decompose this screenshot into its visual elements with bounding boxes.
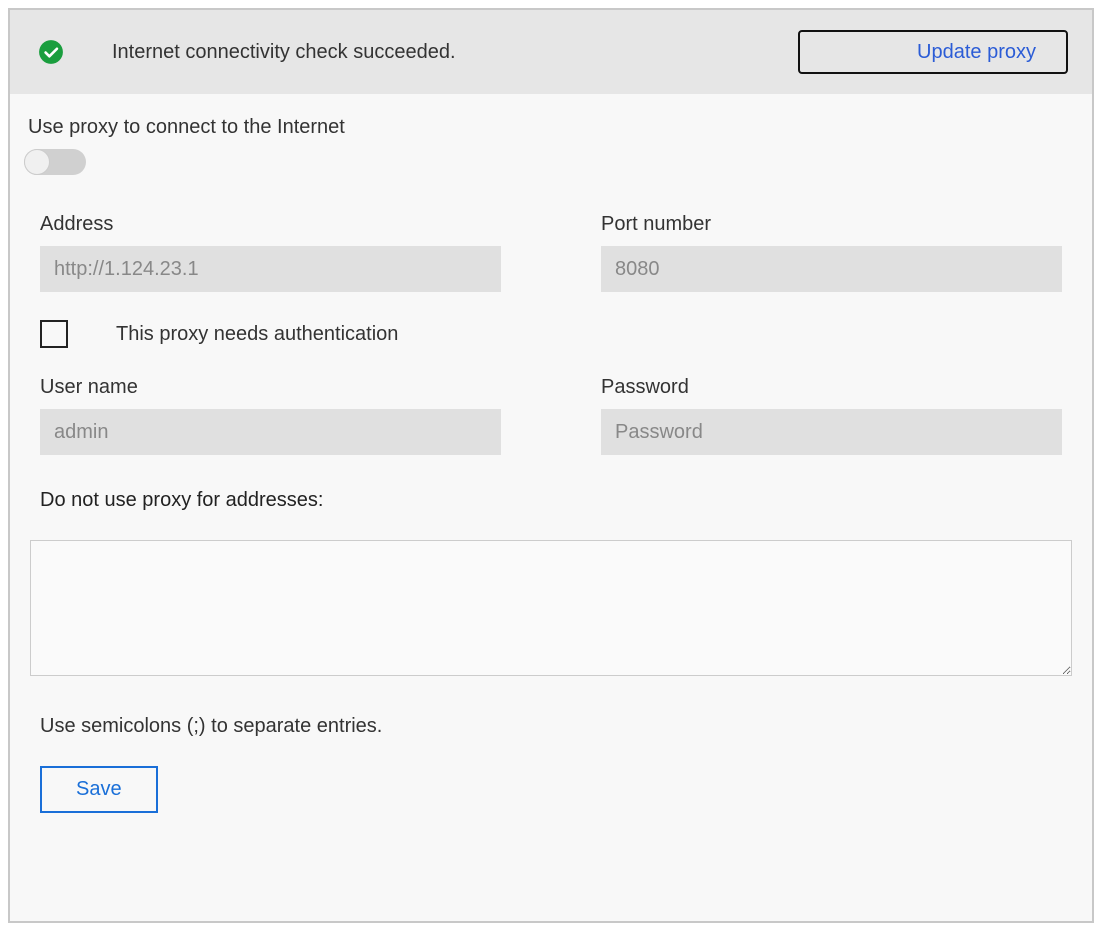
proxy-credentials-row: User name Password [28,376,1074,455]
username-input[interactable] [40,409,501,455]
password-input[interactable] [601,409,1062,455]
exclusions-label: Do not use proxy for addresses: [40,489,1074,512]
exclusions-hint: Use semicolons (;) to separate entries. [40,715,1074,738]
exclusions-textarea[interactable] [30,540,1072,676]
auth-checkbox-row: This proxy needs authentication [28,320,1074,348]
address-label: Address [40,213,501,236]
main-content: Use proxy to connect to the Internet Add… [10,94,1092,837]
address-input[interactable] [40,246,501,292]
port-label: Port number [601,213,1062,236]
proxy-toggle-label: Use proxy to connect to the Internet [28,116,1074,139]
update-proxy-button[interactable]: Update proxy [798,30,1068,74]
proxy-toggle[interactable] [24,149,86,175]
password-label: Password [601,376,1062,399]
status-bar: Internet connectivity check succeeded. U… [10,10,1092,94]
proxy-address-row: Address Port number [28,213,1074,292]
address-field-group: Address [40,213,501,292]
toggle-knob [24,149,50,175]
password-field-group: Password [601,376,1062,455]
proxy-settings-panel: Internet connectivity check succeeded. U… [8,8,1094,923]
auth-checkbox[interactable] [40,320,68,348]
username-label: User name [40,376,501,399]
status-text: Internet connectivity check succeeded. [112,41,750,64]
auth-checkbox-label: This proxy needs authentication [116,323,398,346]
port-input[interactable] [601,246,1062,292]
check-circle-icon [38,39,64,65]
save-button[interactable]: Save [40,766,158,813]
username-field-group: User name [40,376,501,455]
port-field-group: Port number [601,213,1062,292]
